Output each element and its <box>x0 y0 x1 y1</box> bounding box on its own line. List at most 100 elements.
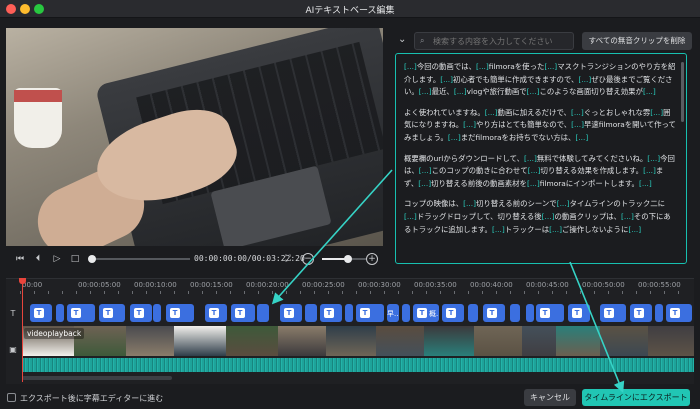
text-clip[interactable]: T <box>166 304 194 322</box>
silence-marker[interactable]: [...] <box>621 212 634 221</box>
silence-marker[interactable]: [...] <box>476 62 489 71</box>
playback-progress[interactable] <box>90 258 190 260</box>
text-clip[interactable]: T <box>67 304 95 322</box>
cancel-button[interactable]: キャンセル <box>524 389 576 406</box>
text-clip-icon: T <box>417 308 427 318</box>
zoom-in-icon[interactable]: + <box>366 253 378 265</box>
step-back-icon[interactable]: ⏴ <box>32 253 44 265</box>
transcript-paragraph[interactable]: [...]今回の動画では、[...]filmoraを使った[...]マスクトラン… <box>404 61 677 99</box>
text-clip[interactable]: T <box>568 304 590 322</box>
text-clip[interactable]: T <box>205 304 227 322</box>
silence-marker[interactable]: [...] <box>643 87 656 96</box>
text-clip[interactable] <box>257 304 269 322</box>
silence-marker[interactable]: [...] <box>578 75 591 84</box>
text-clip[interactable]: T <box>356 304 384 322</box>
silence-marker[interactable]: [...] <box>544 62 557 71</box>
silence-marker[interactable]: [...] <box>419 87 432 96</box>
silence-marker[interactable]: [...] <box>628 225 641 234</box>
transcript-paragraph[interactable]: コップの映像は、[...]切り替える前のシーンで[...]タイムラインのトラック… <box>404 198 677 236</box>
chevron-down-icon[interactable]: ⌄ <box>398 34 406 45</box>
silence-marker[interactable]: [...] <box>418 179 431 188</box>
search-input[interactable] <box>433 35 571 48</box>
text-clip[interactable]: T <box>30 304 52 322</box>
silence-marker[interactable]: [...] <box>571 120 584 129</box>
video-preview[interactable] <box>6 28 383 246</box>
video-track[interactable] <box>22 326 694 356</box>
text-clip[interactable] <box>345 304 353 322</box>
text-clip[interactable] <box>153 304 161 322</box>
silence-marker[interactable]: [...] <box>542 212 555 221</box>
silence-marker[interactable]: [...] <box>527 87 540 96</box>
transcript-panel[interactable]: [...]今回の動画では、[...]filmoraを使った[...]マスクトラン… <box>395 53 687 264</box>
skip-back-icon[interactable]: ⏮ <box>14 253 26 265</box>
silence-marker[interactable]: [...] <box>463 120 476 129</box>
zoom-out-icon[interactable]: − <box>302 253 314 265</box>
silence-marker[interactable]: [...] <box>440 75 453 84</box>
ruler-tick <box>426 291 427 294</box>
timeline-scrollbar[interactable] <box>22 376 172 380</box>
silence-marker[interactable]: [...] <box>485 108 498 117</box>
silence-marker[interactable]: [...] <box>524 154 537 163</box>
ruler-tick <box>20 291 21 294</box>
silence-marker[interactable]: [...] <box>454 87 467 96</box>
text-clip[interactable]: T <box>666 304 692 322</box>
transcript-scrollbar[interactable] <box>681 62 684 122</box>
text-clip[interactable] <box>468 304 478 322</box>
text-clip[interactable] <box>305 304 317 322</box>
transcript-paragraph[interactable]: 概要欄のurlからダウンロードして、[...]無料で体験してみてくださいね。[.… <box>404 153 677 191</box>
playhead-handle[interactable] <box>19 278 26 284</box>
silence-marker[interactable]: [...] <box>647 154 660 163</box>
silence-marker[interactable]: [...] <box>639 179 652 188</box>
text-clip[interactable] <box>56 304 64 322</box>
zoom-slider-knob[interactable] <box>344 255 352 263</box>
open-subtitle-editor-checkbox[interactable] <box>7 393 16 402</box>
text-clip[interactable] <box>526 304 534 322</box>
playhead[interactable] <box>22 278 23 382</box>
silence-marker[interactable]: [...] <box>527 179 540 188</box>
ruler-tick-label: 00:00:45:00 <box>526 281 569 289</box>
text-clip[interactable]: 早... <box>387 304 399 322</box>
silence-marker[interactable]: [...] <box>643 166 656 175</box>
title-bar: AIテキストベース編集 <box>0 0 700 18</box>
text-clip[interactable]: T <box>483 304 505 322</box>
export-to-timeline-button[interactable]: タイムラインにエクスポートする <box>582 389 690 406</box>
text-clip[interactable]: T <box>231 304 255 322</box>
silence-marker[interactable]: [...] <box>575 133 588 142</box>
text-clip[interactable]: T <box>320 304 342 322</box>
playback-progress-knob[interactable] <box>88 255 96 263</box>
ruler-tick <box>412 291 413 294</box>
delete-silent-clips-button[interactable]: すべての無音クリップを削除 <box>582 32 692 50</box>
text-clip[interactable]: T <box>442 304 464 322</box>
play-icon[interactable]: ▷ <box>51 253 63 265</box>
text-clip[interactable] <box>510 304 520 322</box>
fullscreen-icon[interactable]: ⛶ <box>282 253 294 265</box>
silence-marker[interactable]: [...] <box>404 62 417 71</box>
audio-waveform[interactable] <box>22 358 694 372</box>
silence-marker[interactable]: [...] <box>419 166 432 175</box>
transcript-paragraph[interactable]: よく使われていますね。[...]動画に加えるだけで、[...]ぐっとおしゃれな雰… <box>404 107 677 145</box>
text-clip[interactable]: T <box>99 304 125 322</box>
ruler-tick <box>622 291 623 294</box>
search-box[interactable]: ⌕ <box>414 32 574 50</box>
ruler-tick-label: 00:00:05:00 <box>78 281 121 289</box>
silence-marker[interactable]: [...] <box>492 225 505 234</box>
text-clip[interactable] <box>655 304 663 322</box>
text-clip[interactable]: T <box>630 304 652 322</box>
silence-marker[interactable]: [...] <box>549 225 562 234</box>
silence-marker[interactable]: [...] <box>463 199 476 208</box>
timeline-ruler[interactable]: 00:00 00:00:05:00 00:00:10:00 00:00:15:00 00… <box>20 280 694 294</box>
silence-marker[interactable]: [...] <box>448 133 461 142</box>
silence-marker[interactable]: [...] <box>650 108 663 117</box>
silence-marker[interactable]: [...] <box>404 212 417 221</box>
text-clip[interactable]: T概... <box>413 304 439 322</box>
text-clip[interactable]: T <box>130 304 152 322</box>
silence-marker[interactable]: [...] <box>571 108 584 117</box>
text-clip[interactable]: T <box>280 304 302 322</box>
ruler-tick-label: 00:00:25:00 <box>302 281 345 289</box>
text-clip[interactable]: T <box>600 304 626 322</box>
silence-marker[interactable]: [...] <box>557 199 570 208</box>
stop-icon[interactable]: □ <box>69 253 81 265</box>
text-clip[interactable] <box>402 304 410 322</box>
text-clip[interactable]: T <box>536 304 564 322</box>
silence-marker[interactable]: [...] <box>528 166 541 175</box>
